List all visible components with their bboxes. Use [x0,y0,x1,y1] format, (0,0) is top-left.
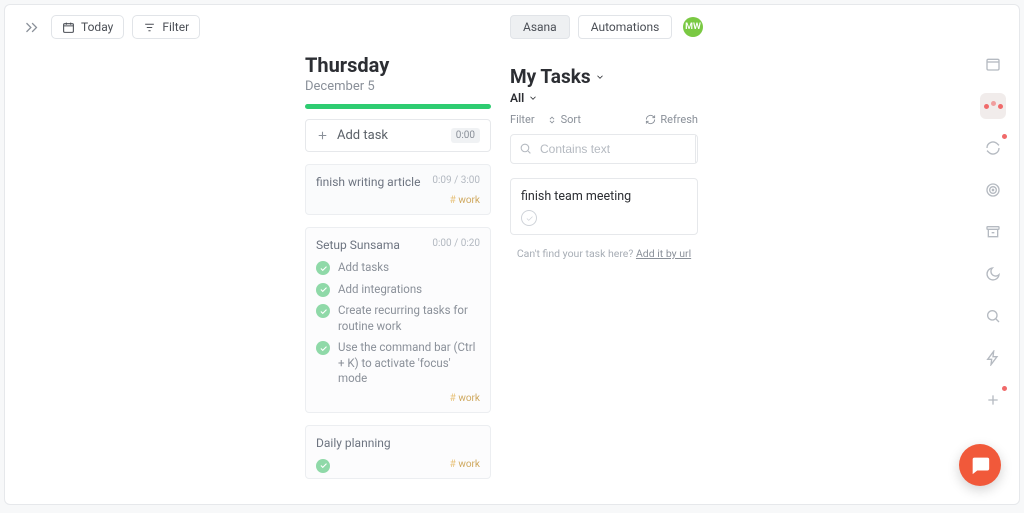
task-channel: work [450,393,480,404]
filter-button[interactable]: Filter [132,15,200,39]
task-channel: work [450,459,480,470]
sort-icon [547,115,557,125]
external-task-title: finish team meeting [521,189,687,204]
hint-text: Can't find your task here? Add it by url [510,247,698,260]
check-icon [316,459,330,473]
check-icon [316,283,330,297]
panel-filter[interactable]: Filter [510,113,535,126]
refresh-icon [645,114,656,125]
moon-icon [985,266,1001,282]
task-card[interactable]: Setup Sunsama 0:00 / 0:20 Add tasks Add … [305,227,491,413]
avatar[interactable]: MW [683,17,703,37]
add-task-time: 0:00 [451,128,480,143]
rail-calendar-button[interactable] [980,51,1006,77]
today-label: Today [81,20,113,34]
plus-icon [985,392,1001,408]
search-icon [985,308,1001,324]
hint-prefix: Can't find your task here? [517,247,636,260]
panel-scope[interactable]: All [510,91,524,105]
notification-dot [1002,134,1007,139]
check-icon [316,261,330,275]
chevron-down-icon[interactable] [595,72,605,82]
panel-sort[interactable]: Sort [547,113,581,126]
rail-bolt-button[interactable] [980,345,1006,371]
task-title: Daily planning [316,436,391,450]
expand-sidebar-button[interactable] [19,15,43,39]
archive-icon [985,224,1001,240]
panel-title: My Tasks [510,65,591,88]
bolt-icon [985,350,1001,366]
plus-icon [316,129,329,142]
filter-icon [143,21,156,34]
rail-asana-button[interactable] [980,93,1006,119]
notification-dot [1002,386,1007,391]
calendar-icon [985,56,1001,72]
day-date: December 5 [305,79,491,94]
refresh-label: Refresh [660,113,698,126]
task-title: finish writing article [316,175,420,189]
day-progress-bar [305,104,491,109]
filter-label: Filter [162,20,189,34]
task-card[interactable]: Daily planning work [305,425,491,479]
check-icon [316,304,330,318]
external-task-card[interactable]: finish team meeting [510,178,698,235]
rail-target-button[interactable] [980,177,1006,203]
chevron-down-icon[interactable] [528,93,538,103]
today-button[interactable]: Today [51,15,124,39]
rail-add-button[interactable] [980,387,1006,413]
tab-automations[interactable]: Automations [578,15,673,39]
subtask-label: Add integrations [338,282,422,298]
subtask-label: Create recurring tasks for routine work [338,303,480,334]
search-row: reset [510,134,698,164]
subtask-label: Use the command bar (Ctrl + K) to activa… [338,340,480,387]
add-task-button[interactable]: Add task 0:00 [305,119,491,152]
check-icon [316,341,330,355]
refresh-button[interactable]: Refresh [645,113,698,126]
asana-icon [984,104,1003,109]
rail-archive-button[interactable] [980,219,1006,245]
task-channel: work [450,195,480,206]
day-title: Thursday [305,53,491,77]
search-icon [511,140,540,159]
rail-moon-button[interactable] [980,261,1006,287]
task-title: Setup Sunsama [316,238,400,252]
reset-button[interactable]: reset [695,135,698,163]
tab-asana[interactable]: Asana [510,15,570,39]
task-time: 0:00 / 0:20 [432,238,480,249]
target-icon [985,182,1001,198]
subtask[interactable]: Add integrations [316,282,480,298]
calendar-icon [62,21,75,34]
add-task-label: Add task [337,128,388,143]
integration-rail [977,51,1009,413]
external-task-check[interactable] [521,210,537,226]
rail-sync-button[interactable] [980,135,1006,161]
task-card[interactable]: finish writing article 0:09 / 3:00 work [305,164,491,215]
task-time: 0:09 / 3:00 [432,175,480,186]
add-by-url-link[interactable]: Add it by url [636,247,691,260]
sync-icon [985,140,1001,156]
chat-fab[interactable] [959,444,1001,486]
search-input[interactable] [540,135,695,163]
subtask[interactable]: Use the command bar (Ctrl + K) to activa… [316,340,480,387]
subtask[interactable]: Create recurring tasks for routine work [316,303,480,334]
subtask-label: Add tasks [338,260,389,276]
subtask[interactable]: Add tasks [316,260,480,276]
day-column: Thursday December 5 Add task 0:00 finish… [305,53,491,479]
rail-search-button[interactable] [980,303,1006,329]
integration-panel: Asana Automations My Tasks All Filter So… [510,15,698,260]
panel-sort-label: Sort [561,113,581,126]
chat-icon [969,454,991,476]
